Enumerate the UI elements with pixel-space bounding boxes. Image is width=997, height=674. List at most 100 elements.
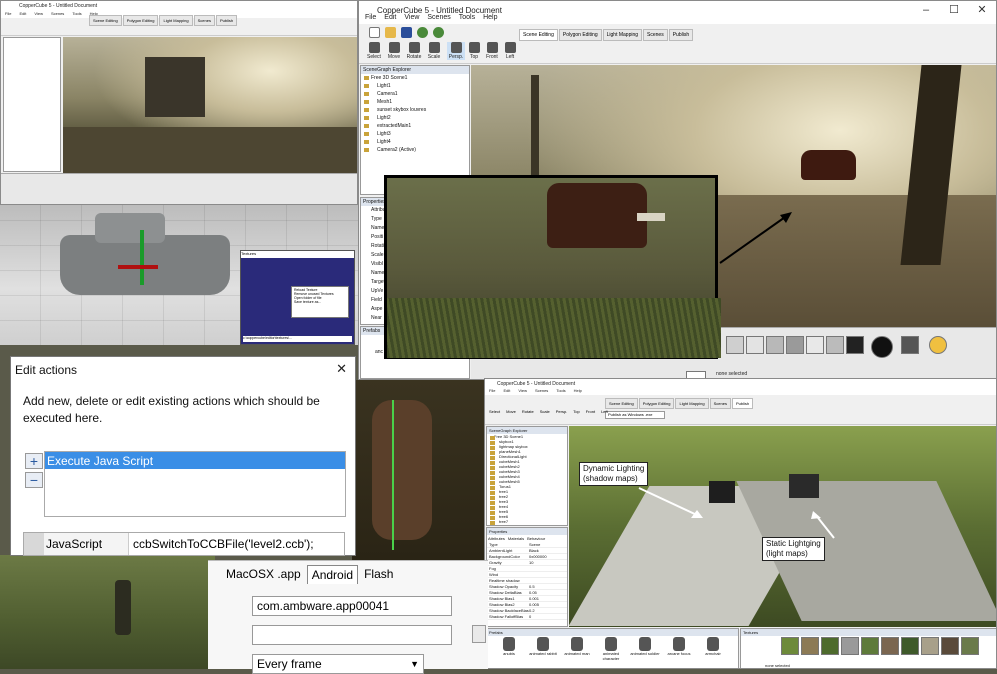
tab-scene-editing[interactable]: Scene Editing bbox=[519, 29, 558, 41]
texture-thumb[interactable] bbox=[801, 637, 819, 655]
left-label[interactable]: Left bbox=[601, 409, 608, 414]
left-view-button[interactable]: Left bbox=[501, 42, 519, 60]
tab-scenes[interactable]: Scenes bbox=[193, 15, 215, 26]
move-label[interactable]: Move bbox=[506, 409, 516, 414]
texture-thumb[interactable] bbox=[846, 336, 864, 354]
texture-thumb[interactable] bbox=[941, 637, 959, 655]
select-label[interactable]: Select bbox=[489, 409, 500, 414]
scale-label[interactable]: Scale bbox=[540, 409, 550, 414]
tab-attributes[interactable]: Attributes bbox=[488, 536, 505, 541]
menu-tools[interactable]: Tools bbox=[455, 14, 479, 24]
prop-value[interactable]: 0.001 bbox=[529, 596, 567, 601]
scale-tool[interactable]: Scale bbox=[425, 42, 443, 60]
tree-item[interactable]: Free 3D Scene1 bbox=[361, 74, 469, 82]
publish-target-select[interactable]: Publish as Windows .exe bbox=[605, 411, 665, 419]
tree-item[interactable]: extractedMain1 bbox=[361, 122, 469, 130]
character-viewport[interactable] bbox=[352, 380, 492, 560]
tree-item[interactable]: Mesh1 bbox=[361, 98, 469, 106]
texture-thumb[interactable] bbox=[901, 637, 919, 655]
tab-scene-editing[interactable]: Scene Editing bbox=[605, 398, 638, 409]
tab-polygon-editing[interactable]: Polygon Editing bbox=[558, 29, 602, 41]
tab-publish[interactable]: Publish bbox=[731, 398, 754, 409]
tree-item[interactable]: Camera2 (Active) bbox=[361, 146, 469, 154]
front-label[interactable]: Front bbox=[586, 409, 595, 414]
tree-item[interactable]: sunset skybox louvres bbox=[361, 106, 469, 114]
prop-value[interactable]: 0.005 bbox=[529, 602, 567, 607]
camera-prefab-icon[interactable] bbox=[901, 336, 919, 354]
tab-scenes[interactable]: Scenes bbox=[709, 398, 731, 409]
tree-item[interactable]: tree7 bbox=[487, 519, 567, 525]
prop-value[interactable]: 10 bbox=[529, 560, 567, 565]
menu-save-texture[interactable]: Save texture as... bbox=[294, 300, 346, 304]
lighting-viewport[interactable]: Dynamic Lighting (shadow maps) Static Li… bbox=[569, 426, 996, 627]
tab-polygon-editing[interactable]: Polygon Editing bbox=[638, 398, 675, 409]
top-view-button[interactable]: Top bbox=[465, 42, 483, 60]
action-item-execute-js[interactable]: Execute Java Script bbox=[45, 452, 345, 469]
tab-materials[interactable]: Materials bbox=[508, 536, 524, 541]
menu-edit[interactable]: Edit bbox=[499, 388, 514, 395]
tree-item[interactable]: Light1 bbox=[361, 82, 469, 90]
menu-edit[interactable]: Edit bbox=[15, 11, 30, 18]
tab-flash[interactable]: Flash bbox=[358, 565, 399, 584]
prop-value[interactable]: Black bbox=[529, 548, 567, 553]
select-tool[interactable]: Select bbox=[365, 42, 383, 60]
texture-thumb[interactable] bbox=[726, 336, 744, 354]
menu-view[interactable]: View bbox=[30, 11, 47, 18]
tab-light-mapping[interactable]: Light Mapping bbox=[602, 29, 643, 41]
texture-thumb[interactable] bbox=[881, 637, 899, 655]
persp-view-button[interactable]: Persp. bbox=[447, 42, 465, 60]
prop-value[interactable]: 0.5 bbox=[529, 584, 567, 589]
tab-scene-editing[interactable]: Scene Editing bbox=[89, 15, 122, 26]
browse-button[interactable] bbox=[472, 625, 486, 643]
texture-thumb[interactable] bbox=[961, 637, 979, 655]
tank-viewport[interactable]: Textures Reload Texture Remove unused Te… bbox=[0, 205, 358, 345]
tab-polygon-editing[interactable]: Polygon Editing bbox=[122, 15, 159, 26]
menu-tools[interactable]: Tools bbox=[552, 388, 569, 395]
texture-thumb[interactable] bbox=[746, 336, 764, 354]
texture-thumb[interactable] bbox=[821, 637, 839, 655]
menu-scenes[interactable]: Scenes bbox=[423, 14, 454, 24]
tab-scenes[interactable]: Scenes bbox=[643, 29, 668, 41]
prefab-item[interactable]: anubis bbox=[493, 637, 525, 656]
light-bulb-icon[interactable] bbox=[929, 336, 947, 354]
tab-light-mapping[interactable]: Light Mapping bbox=[675, 398, 709, 409]
remove-action-icon[interactable]: − bbox=[25, 472, 43, 488]
menu-file[interactable]: File bbox=[361, 14, 380, 24]
menu-view[interactable]: View bbox=[514, 388, 531, 395]
menu-file[interactable]: File bbox=[1, 11, 15, 18]
prop-value[interactable]: Scene bbox=[529, 542, 567, 547]
menu-scenes[interactable]: Scenes bbox=[47, 11, 68, 18]
prefab-item[interactable]: armchair bbox=[697, 637, 729, 656]
coppercube-logo-icon[interactable] bbox=[871, 336, 893, 358]
menu-file[interactable]: File bbox=[485, 388, 499, 395]
menu-scenes[interactable]: Scenes bbox=[531, 388, 552, 395]
menu-view[interactable]: View bbox=[400, 14, 423, 24]
soldier-viewport[interactable] bbox=[0, 555, 215, 669]
prop-value[interactable]: 0.05 bbox=[529, 590, 567, 595]
texture-thumb[interactable] bbox=[786, 336, 804, 354]
prop-value[interactable]: 0.2 bbox=[529, 608, 567, 613]
menu-edit[interactable]: Edit bbox=[380, 14, 400, 24]
tab-publish[interactable]: Publish bbox=[215, 15, 238, 26]
texture-thumb[interactable] bbox=[841, 637, 859, 655]
add-action-icon[interactable]: + bbox=[25, 453, 43, 469]
texture-thumb[interactable] bbox=[766, 336, 784, 354]
prop-value[interactable] bbox=[529, 566, 567, 571]
prefab-item[interactable]: arcane focus bbox=[663, 637, 695, 656]
move-tool[interactable]: Move bbox=[385, 42, 403, 60]
tab-behaviour[interactable]: Behaviour bbox=[527, 536, 545, 541]
prop-row[interactable]: Shadow FalloffBias 0 bbox=[487, 614, 567, 620]
rotate-label[interactable]: Rotate bbox=[522, 409, 534, 414]
tab-publish[interactable]: Publish bbox=[668, 29, 694, 41]
tree-item[interactable]: Light3 bbox=[361, 130, 469, 138]
texture-thumb[interactable] bbox=[781, 637, 799, 655]
tab-light-mapping[interactable]: Light Mapping bbox=[159, 15, 193, 26]
package-name-input[interactable]: com.ambware.app00041 bbox=[252, 596, 452, 616]
texture-thumb[interactable] bbox=[806, 336, 824, 354]
prefab-item[interactable]: animated soldier bbox=[629, 637, 661, 656]
menu-help[interactable]: Help bbox=[570, 388, 586, 395]
texture-thumb[interactable] bbox=[826, 336, 844, 354]
tab-macosx[interactable]: MacOSX .app bbox=[220, 565, 307, 584]
text-input[interactable] bbox=[252, 625, 452, 645]
tab-android[interactable]: Android bbox=[306, 565, 359, 584]
